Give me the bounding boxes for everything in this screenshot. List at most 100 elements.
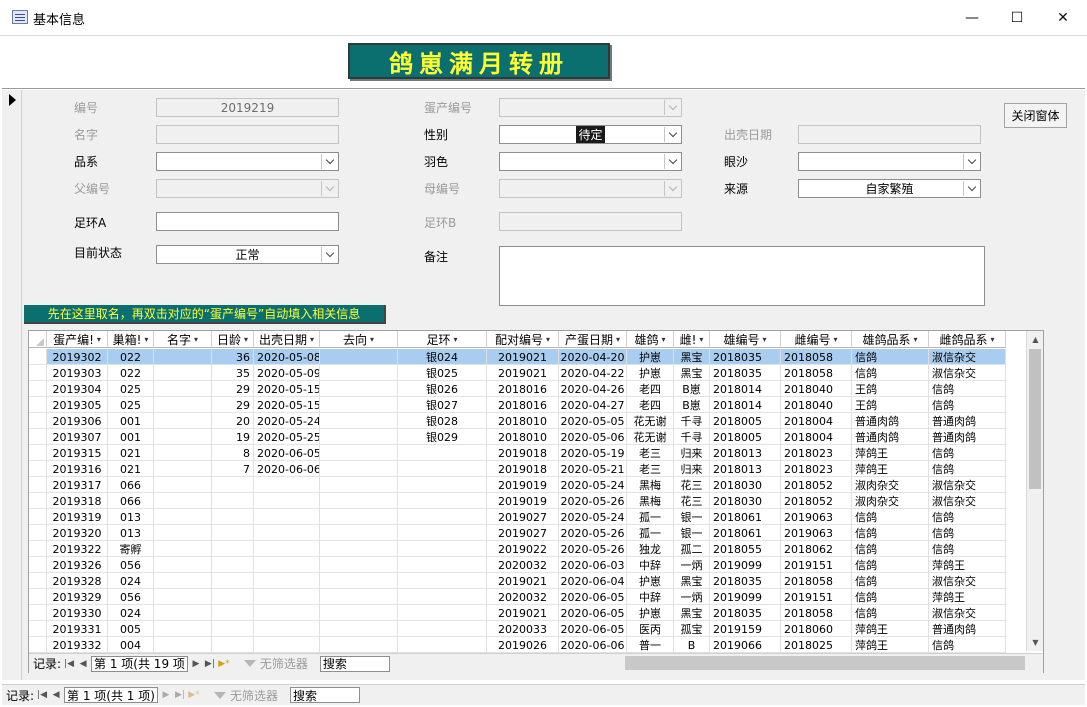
table-cell[interactable]: 2018014 <box>710 381 781 397</box>
table-cell[interactable] <box>398 477 487 493</box>
table-cell[interactable]: 萍鸽王 <box>929 589 1006 605</box>
table-cell[interactable] <box>320 381 398 397</box>
table-cell[interactable]: 2020-04-20 <box>559 349 627 365</box>
table-cell[interactable]: 001 <box>108 429 154 445</box>
table-cell[interactable]: 王鸽 <box>852 397 929 413</box>
table-cell[interactable]: 001 <box>108 413 154 429</box>
column-header-14[interactable]: 雌鸽品系 ▾ <box>929 331 1006 348</box>
table-cell[interactable]: 2020-06-05 <box>559 605 627 621</box>
table-cell[interactable]: 淑信杂交 <box>929 349 1006 365</box>
mubianhao-combo[interactable] <box>499 179 682 198</box>
close-form-button[interactable]: 关闭窗体 <box>1004 103 1067 128</box>
table-cell[interactable]: 005 <box>108 621 154 637</box>
table-cell[interactable]: 2019316 <box>47 461 108 477</box>
table-cell[interactable]: 7 <box>212 461 254 477</box>
table-cell[interactable]: 013 <box>108 525 154 541</box>
table-cell[interactable]: 2020-05-24 <box>559 477 627 493</box>
table-cell[interactable]: 淑信杂交 <box>929 365 1006 381</box>
table-cell[interactable]: 千寻 <box>674 429 710 445</box>
table-cell[interactable]: 19 <box>212 429 254 445</box>
table-cell[interactable]: 中辞 <box>627 557 674 573</box>
table-cell[interactable]: 2019302 <box>47 349 108 365</box>
dropdown-chevron-icon[interactable] <box>664 127 680 142</box>
column-header-2[interactable]: 名字 ▾ <box>154 331 212 348</box>
nav-last-icon[interactable]: ▶| <box>174 690 186 700</box>
table-cell[interactable]: 银027 <box>398 397 487 413</box>
table-cell[interactable] <box>212 573 254 589</box>
dropdown-chevron-icon[interactable] <box>664 154 680 169</box>
table-cell[interactable]: 2019063 <box>781 509 852 525</box>
table-cell[interactable]: 2020-06-06 <box>254 461 320 477</box>
table-cell[interactable] <box>154 557 212 573</box>
table-cell[interactable]: 2018035 <box>710 365 781 381</box>
table-cell[interactable]: 淑信杂交 <box>929 477 1006 493</box>
table-cell[interactable] <box>398 589 487 605</box>
column-filter-chevron-icon[interactable]: ▾ <box>310 335 314 344</box>
table-cell[interactable]: 2020-06-05 <box>254 445 320 461</box>
table-cell[interactable]: 护崽 <box>627 365 674 381</box>
table-cell[interactable]: 银024 <box>398 349 487 365</box>
column-filter-chevron-icon[interactable]: ▾ <box>370 335 374 344</box>
dropdown-chevron-icon[interactable] <box>321 181 337 196</box>
table-cell[interactable] <box>320 637 398 653</box>
row-selector[interactable] <box>29 541 47 556</box>
table-cell[interactable]: 普通肉鸽 <box>929 429 1006 445</box>
table-cell[interactable]: 2018030 <box>710 477 781 493</box>
row-selector[interactable] <box>29 557 47 572</box>
bianhao-field[interactable]: 2019219 <box>156 98 339 117</box>
table-cell[interactable] <box>320 621 398 637</box>
table-cell[interactable]: 2018035 <box>710 605 781 621</box>
table-row[interactable]: 2019322 寄孵 2019022 2020-05-26 独龙 孤二 2018055 201… <box>29 541 1006 557</box>
table-cell[interactable]: 2019026 <box>487 637 559 653</box>
table-cell[interactable] <box>254 557 320 573</box>
table-cell[interactable] <box>398 573 487 589</box>
table-cell[interactable]: 2020032 <box>487 589 559 605</box>
table-cell[interactable] <box>398 461 487 477</box>
table-cell[interactable]: 2019027 <box>487 525 559 541</box>
table-cell[interactable]: 2019315 <box>47 445 108 461</box>
table-row[interactable]: 2019329 056 2020032 2020-06-05 中辞 一炳 2019099 20… <box>29 589 1006 605</box>
table-cell[interactable] <box>154 605 212 621</box>
table-cell[interactable]: 2018062 <box>781 541 852 557</box>
column-filter-chevron-icon[interactable]: ▾ <box>194 335 198 344</box>
column-header-13[interactable]: 雄鸽品系 ▾ <box>852 331 929 348</box>
table-cell[interactable] <box>254 541 320 557</box>
table-cell[interactable]: 022 <box>108 349 154 365</box>
table-cell[interactable]: 2020-05-05 <box>559 413 627 429</box>
table-cell[interactable]: 2019318 <box>47 493 108 509</box>
table-cell[interactable] <box>320 365 398 381</box>
table-cell[interactable] <box>320 493 398 509</box>
table-cell[interactable]: 2019306 <box>47 413 108 429</box>
table-cell[interactable]: 一炳 <box>674 557 710 573</box>
table-cell[interactable]: 信鸽 <box>929 397 1006 413</box>
table-cell[interactable]: 2018060 <box>781 621 852 637</box>
column-filter-chevron-icon[interactable]: ▾ <box>662 335 666 344</box>
table-cell[interactable]: 2019332 <box>47 637 108 653</box>
table-cell[interactable]: 2019018 <box>487 445 559 461</box>
table-cell[interactable]: 2018055 <box>710 541 781 557</box>
table-row[interactable]: 2019303 022 35 2020-05-09 银025 2019021 2020-04… <box>29 365 1006 381</box>
table-cell[interactable]: 8 <box>212 445 254 461</box>
table-cell[interactable]: 2020-05-25 <box>254 429 320 445</box>
table-cell[interactable] <box>320 557 398 573</box>
table-cell[interactable]: 2019307 <box>47 429 108 445</box>
table-cell[interactable]: 萍鸽王 <box>852 461 929 477</box>
table-cell[interactable] <box>254 509 320 525</box>
table-cell[interactable] <box>320 589 398 605</box>
table-cell[interactable]: 2020-04-22 <box>559 365 627 381</box>
column-header-0[interactable]: 蛋产编! ▾ <box>47 331 108 348</box>
table-cell[interactable]: 2019066 <box>710 637 781 653</box>
table-cell[interactable] <box>154 573 212 589</box>
table-cell[interactable]: 2018035 <box>710 573 781 589</box>
column-header-8[interactable]: 产蛋日期 ▾ <box>559 331 627 348</box>
dropdown-chevron-icon[interactable] <box>963 154 979 169</box>
column-header-7[interactable]: 配对编号 ▾ <box>487 331 559 348</box>
nav-prev-icon[interactable]: ◀ <box>77 659 89 669</box>
table-cell[interactable]: 2020-06-04 <box>559 573 627 589</box>
table-cell[interactable] <box>212 637 254 653</box>
table-cell[interactable]: 一炳 <box>674 589 710 605</box>
row-selector[interactable] <box>29 445 47 460</box>
table-cell[interactable]: 2020032 <box>487 557 559 573</box>
nav-new-icon[interactable]: ▶* <box>218 659 230 669</box>
table-cell[interactable]: 老三 <box>627 461 674 477</box>
